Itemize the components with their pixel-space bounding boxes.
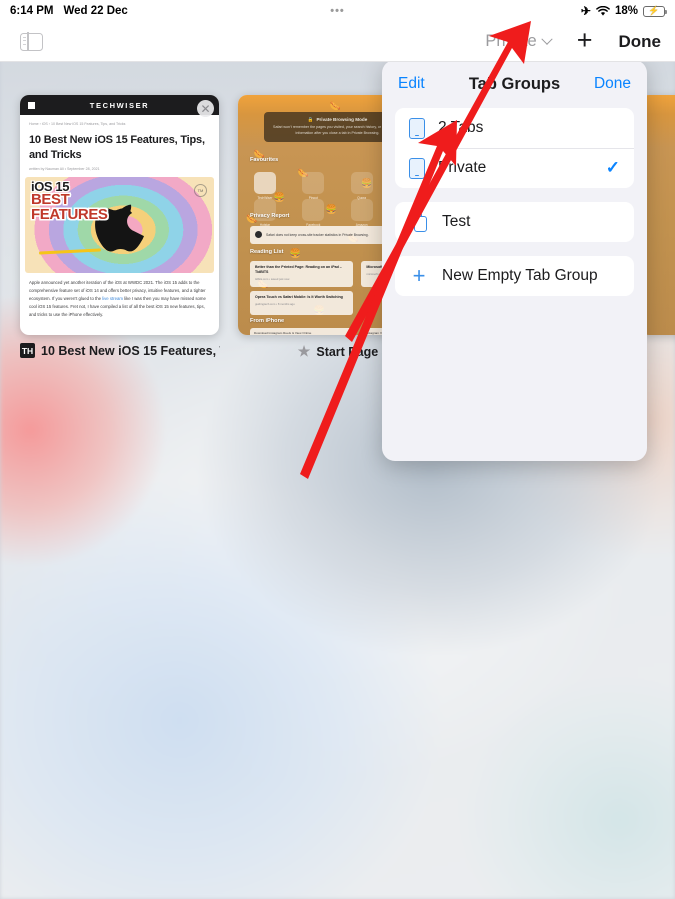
hamburger-menu-icon: [28, 101, 35, 109]
browser-toolbar: Private + Done: [0, 22, 675, 62]
airplane-mode-icon: ✈: [580, 4, 591, 18]
panel-done-button[interactable]: Done: [594, 75, 631, 93]
favourite-icon: [302, 171, 325, 194]
article-title: 10 Best New iOS 15 Features, Tips, and T…: [29, 134, 205, 161]
from-iphone-card[interactable]: Download Instagram Reels & View Online: [249, 327, 354, 335]
shield-icon: [254, 231, 262, 239]
status-date: Wed 22 Dec: [63, 5, 128, 17]
tab-title-text: Start Page: [316, 344, 379, 359]
favourite-item[interactable]: Facebook: [298, 199, 328, 227]
favourite-icon: [350, 199, 373, 222]
tab-title-text: 10 Best New iOS 15 Features, Tip...: [41, 343, 220, 358]
ipad-icon: [409, 117, 425, 139]
new-empty-tab-group-row[interactable]: + New Empty Tab Group: [395, 256, 634, 296]
article-body: Home › iOS › 10 Best New iOS 15 Features…: [20, 115, 219, 171]
toolbar-right-group: Private + Done: [485, 26, 662, 54]
tab-title-label: TH 10 Best New iOS 15 Features, Tip...: [20, 343, 220, 358]
done-button[interactable]: Done: [619, 32, 662, 52]
chevron-down-icon: [541, 33, 553, 45]
favourite-icon: [302, 199, 325, 222]
tab-card[interactable]: TECHWISER Home › iOS › 10 Best New iOS 1…: [20, 95, 219, 335]
site-name: TECHWISER: [89, 100, 150, 110]
reading-list-subtitle: guidingtech.com • 8 months ago: [254, 301, 295, 306]
status-bar-right: ✈ 18% ⚡: [580, 4, 667, 18]
article-byline: written by Nauman Ali • September 28, 20…: [29, 167, 100, 172]
tab-group-label: Test: [442, 213, 471, 230]
hero-tm-badge: TM: [194, 184, 207, 198]
privacy-report-text: Safari does not keep cross-site tracker …: [265, 232, 369, 237]
new-tab-button[interactable]: +: [577, 26, 593, 54]
lock-icon: 🔒: [307, 116, 314, 122]
star-icon: ★: [297, 343, 311, 359]
wifi-icon: [596, 5, 610, 16]
tab-group-row-2-tabs[interactable]: 2 Tabs: [395, 108, 634, 148]
favourite-item[interactable]: TechWiser: [250, 171, 280, 200]
tab-stack-icon: [409, 211, 429, 233]
private-tab-group-button[interactable]: Private: [485, 32, 553, 51]
ipad-icon: [409, 157, 425, 179]
tab-groups-panel: Edit Tab Groups Done 2 Tabs Private ✓ Te…: [382, 60, 647, 461]
plus-icon: +: [412, 263, 426, 289]
reading-list-card[interactable]: Better than the Printed Page: Reading on…: [249, 260, 354, 287]
sidebar-toggle-icon[interactable]: [20, 31, 43, 52]
breadcrumb: Home › iOS › 10 Best New iOS 15 Features…: [29, 122, 126, 126]
status-bar-left: 6:14 PM Wed 22 Dec: [10, 5, 128, 17]
favourite-icon: [350, 171, 373, 194]
multitasking-dots-icon[interactable]: •••: [330, 5, 345, 17]
reading-list-card[interactable]: Opera Touch vs Safari Mobile: Is It Wort…: [249, 290, 354, 315]
tab-group-section: 2 Tabs Private ✓: [395, 108, 634, 188]
section-title-privacy-report: Privacy Report: [249, 212, 290, 219]
tab-group-label: Private: [438, 159, 487, 176]
food-decoration-icon: 🍔: [289, 247, 301, 258]
from-iphone-title: Download Instagram Reels & View Online: [253, 330, 312, 335]
edit-button[interactable]: Edit: [398, 75, 425, 93]
status-bar: 6:14 PM Wed 22 Dec ••• ✈ 18% ⚡: [0, 0, 675, 22]
close-icon[interactable]: ✕: [197, 100, 214, 117]
reading-list-title: Better than the Printed Page: Reading on…: [254, 264, 342, 274]
favourite-icon: [253, 171, 276, 194]
favourite-item[interactable]: Amazon: [347, 199, 377, 227]
battery-percent-label: 18%: [614, 5, 638, 17]
article-paragraph: Apple announced yet another iteration of…: [29, 280, 206, 318]
section-title-reading-list: Reading List: [249, 248, 284, 255]
site-header-bar: TECHWISER: [20, 95, 219, 115]
favourite-item[interactable]: Pinout: [298, 171, 328, 200]
charging-bolt-icon: ⚡: [648, 5, 660, 16]
techwiser-favicon: TH: [20, 343, 35, 358]
hero-best-features-label: BEST FEATURES: [31, 191, 108, 224]
reading-list-subtitle: tidbits.com • saved just now: [254, 277, 290, 282]
reading-list-title: Opera Touch vs Safari Mobile: Is It Wort…: [254, 294, 343, 299]
food-decoration-icon: 🌭: [329, 101, 341, 112]
tab-group-row-private[interactable]: Private ✓: [395, 148, 634, 188]
section-title-from-iphone: From iPhone: [249, 318, 285, 325]
article-hero-image: iOS 15 BEST FEATURES TM: [25, 177, 214, 274]
panel-header: Edit Tab Groups Done: [382, 60, 647, 108]
tab-group-label: New Empty Tab Group: [442, 267, 598, 284]
status-time: 6:14 PM: [10, 5, 54, 17]
checkmark-icon: ✓: [605, 158, 620, 177]
tab-group-section: + New Empty Tab Group: [395, 256, 634, 296]
private-label: Private: [485, 32, 537, 50]
tab-group-label: 2 Tabs: [438, 119, 484, 136]
battery-icon: ⚡: [643, 5, 667, 17]
tab-group-row-test[interactable]: Test: [395, 202, 634, 242]
article-inline-link[interactable]: live stream: [102, 296, 123, 301]
tab-group-section: Test: [395, 202, 634, 242]
favourite-item[interactable]: Quora: [347, 171, 377, 200]
section-title-favourites: Favourites: [249, 157, 279, 164]
